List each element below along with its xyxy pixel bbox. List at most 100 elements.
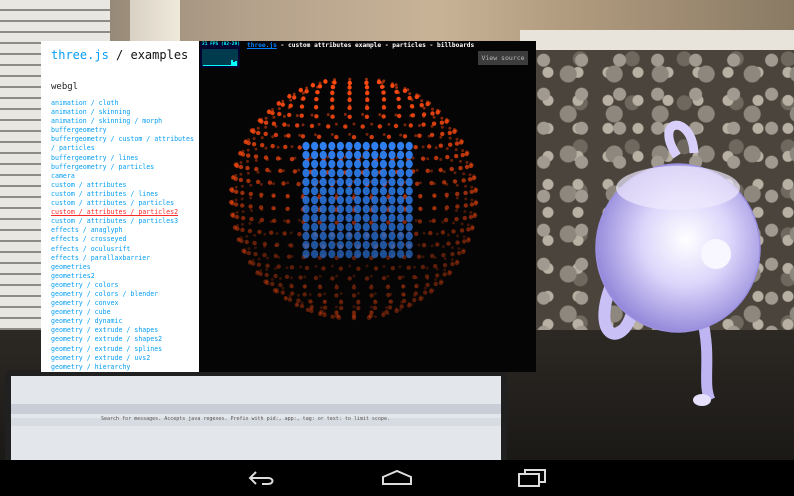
cube-particle <box>371 150 379 160</box>
example-link[interactable]: effects / crosseyed <box>51 235 197 244</box>
example-link[interactable]: / particles <box>51 144 197 153</box>
cube-particle <box>345 168 353 178</box>
cube-particle <box>388 240 396 250</box>
home-icon <box>382 470 412 485</box>
sphere-particle <box>446 241 451 246</box>
example-link[interactable]: geometries <box>51 263 197 272</box>
example-link[interactable]: geometry / colors / blender <box>51 290 197 299</box>
sphere-particle <box>386 134 392 139</box>
sphere-particle <box>408 123 413 128</box>
sphere-particle <box>254 166 259 172</box>
example-link[interactable]: buffergeometry / particles <box>51 163 197 172</box>
example-link[interactable]: custom / attributes / lines <box>51 190 197 199</box>
sphere-particle <box>390 266 396 271</box>
sphere-particle <box>330 84 336 90</box>
sphere-particle <box>347 80 352 86</box>
sphere-particle <box>445 117 449 121</box>
webgl-viewer[interactable]: 21 FPS (02-29) three.js - custom attribu… <box>199 41 536 372</box>
example-link[interactable]: buffergeometry / custom / attributes <box>51 135 197 144</box>
brand-link[interactable]: three.js <box>51 48 109 62</box>
example-link[interactable]: geometry / extrude / shapes <box>51 326 197 335</box>
back-button[interactable] <box>243 466 283 490</box>
sphere-particle <box>238 177 244 183</box>
sphere-particle <box>430 253 435 259</box>
example-link[interactable]: geometry / hierarchy <box>51 363 197 372</box>
sphere-particle <box>466 227 471 232</box>
sphere-particle <box>445 154 450 160</box>
cube-particle <box>371 240 379 250</box>
sphere-particle <box>231 187 234 190</box>
example-link[interactable]: geometry / cube <box>51 308 197 317</box>
sphere-particle <box>472 174 476 178</box>
sphere-particle <box>465 161 469 164</box>
sphere-particle <box>452 221 455 225</box>
sphere-particle <box>450 251 455 257</box>
example-link[interactable]: geometry / extrude / splines <box>51 345 197 354</box>
fps-stats[interactable]: 21 FPS (02-29) <box>200 42 240 68</box>
threejs-link[interactable]: three.js <box>247 42 277 49</box>
example-link[interactable]: effects / oculusrift <box>51 245 197 254</box>
sphere-particle <box>459 228 465 233</box>
sphere-particle <box>265 279 269 283</box>
sphere-particle <box>450 158 454 162</box>
cube-particle <box>336 150 344 160</box>
example-link[interactable]: geometry / colors <box>51 281 197 290</box>
background-monitor: Search for messages. Accepts java regexe… <box>5 370 507 466</box>
example-link[interactable]: geometry / extrude / shapes2 <box>51 335 197 344</box>
sphere-particle <box>289 156 295 162</box>
sphere-particle <box>272 115 276 119</box>
sphere-particle <box>474 199 478 203</box>
sphere-particle <box>245 165 250 171</box>
sphere-particle <box>421 122 426 127</box>
sphere-particle <box>351 293 357 298</box>
sphere-particle <box>442 170 446 174</box>
sphere-particle <box>348 132 352 136</box>
sphere-particle <box>310 113 314 117</box>
example-link[interactable]: effects / parallaxbarrier <box>51 254 197 263</box>
example-link[interactable]: geometry / convex <box>51 299 197 308</box>
sphere-particle <box>300 301 304 305</box>
example-link[interactable]: geometries2 <box>51 272 197 281</box>
example-link[interactable]: buffergeometry <box>51 126 197 135</box>
example-link[interactable]: custom / attributes / particles3 <box>51 217 197 226</box>
example-link[interactable]: buffergeometry / lines <box>51 154 197 163</box>
sphere-particle <box>334 285 339 290</box>
example-link-active[interactable]: custom / attributes / particles2 <box>51 208 197 217</box>
sphere-particle <box>235 162 239 166</box>
example-link[interactable]: animation / cloth <box>51 99 197 108</box>
sphere-particle <box>302 284 307 289</box>
sphere-particle <box>289 276 293 280</box>
example-link[interactable]: animation / skinning / morph <box>51 117 197 126</box>
sphere-particle <box>240 197 244 201</box>
sphere-particle <box>421 255 425 259</box>
example-link[interactable]: animation / skinning <box>51 108 197 117</box>
home-button[interactable] <box>377 466 417 490</box>
sphere-particle <box>334 293 339 298</box>
sphere-particle <box>365 132 369 136</box>
cube-particle <box>379 231 387 241</box>
sphere-particle <box>238 150 242 154</box>
example-link[interactable]: effects / anaglyph <box>51 226 197 235</box>
sphere-particle <box>317 292 322 298</box>
sphere-particle <box>412 297 417 303</box>
sphere-particle <box>276 145 280 149</box>
sphere-particle <box>292 95 297 100</box>
example-link[interactable]: camera <box>51 172 197 181</box>
recents-button[interactable] <box>512 466 552 490</box>
sphere-particle <box>444 205 450 210</box>
particles-canvas[interactable] <box>199 41 536 372</box>
sphere-particle <box>454 216 459 222</box>
example-link[interactable]: custom / attributes <box>51 181 197 190</box>
sphere-particle <box>264 125 268 129</box>
sphere-particle <box>318 81 322 85</box>
example-link[interactable]: custom / attributes / particles <box>51 199 197 208</box>
cube-particle <box>362 204 370 214</box>
sphere-particle <box>257 257 261 261</box>
example-link[interactable]: geometry / extrude / uvs2 <box>51 354 197 363</box>
example-link[interactable]: geometry / dynamic <box>51 317 197 326</box>
sphere-particle <box>447 233 450 237</box>
sphere-particle <box>469 211 473 214</box>
cube-particle <box>345 141 353 151</box>
view-source-button[interactable]: View source <box>478 51 528 65</box>
sphere-particle <box>407 301 411 305</box>
